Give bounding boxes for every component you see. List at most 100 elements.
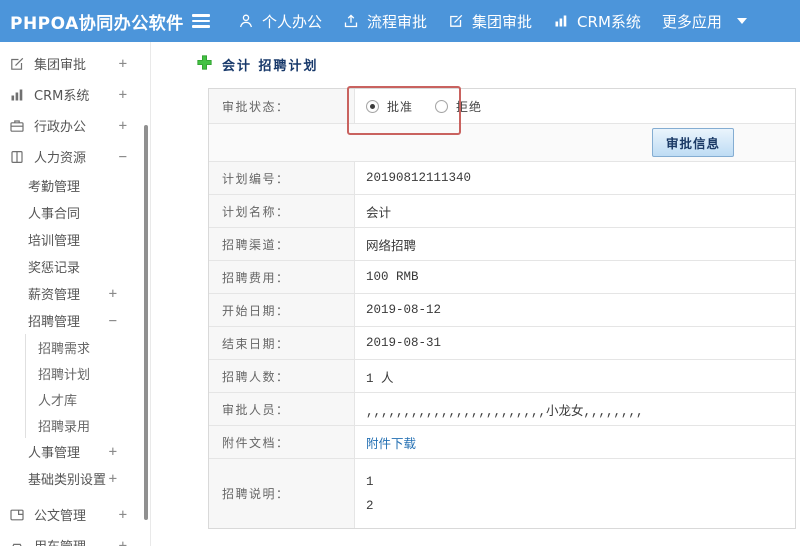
sidebar-item-label: 奖惩记录 bbox=[28, 261, 81, 276]
sidebar-item-base-category-settings[interactable]: 基础类别设置 + bbox=[0, 465, 150, 492]
expand-toggle[interactable]: + bbox=[119, 87, 127, 103]
expand-toggle[interactable]: + bbox=[109, 471, 117, 487]
form-row-button: 审批信息 bbox=[209, 124, 795, 162]
sidebar-item-reward-records[interactable]: 奖惩记录 bbox=[0, 253, 150, 280]
sidebar-item-label: 招聘管理 bbox=[28, 315, 81, 330]
approval-info-button[interactable]: 审批信息 bbox=[651, 128, 734, 157]
sidebar-item-recruit-demand[interactable]: 招聘需求 bbox=[26, 334, 150, 360]
sidebar-item-label: 人才库 bbox=[38, 393, 78, 409]
field-label: 结束日期： bbox=[209, 327, 355, 359]
field-value: 1 人 bbox=[366, 371, 394, 386]
expand-toggle[interactable]: − bbox=[119, 149, 127, 165]
sidebar-item-vehicle-mgmt[interactable]: 用车管理 + bbox=[0, 530, 150, 546]
briefcase-icon bbox=[9, 117, 26, 134]
bar-chart-icon bbox=[9, 86, 26, 103]
document-icon bbox=[9, 506, 26, 523]
bar-chart-icon bbox=[553, 13, 569, 29]
expand-toggle[interactable]: + bbox=[119, 507, 127, 523]
sidebar-item-label: 培训管理 bbox=[28, 234, 81, 249]
sidebar-item-attendance-mgmt[interactable]: 考勤管理 bbox=[0, 172, 150, 199]
expand-toggle[interactable]: − bbox=[109, 313, 117, 329]
nav-group-approval[interactable]: 集团审批 bbox=[448, 11, 532, 32]
form-row-approvers: 审批人员： ,,,,,,,,,,,,,,,,,,,,,,,,小龙女,,,,,,,… bbox=[209, 393, 795, 426]
app-logo: PHPOA协同办公软件 bbox=[10, 13, 184, 34]
sidebar-item-label: 行政办公 bbox=[34, 120, 87, 135]
book-icon bbox=[9, 148, 26, 165]
form-row-attachment: 附件文档： 附件下载 bbox=[209, 426, 795, 459]
sidebar-item-group-approval[interactable]: 集团审批 + bbox=[0, 48, 150, 79]
sidebar-item-label: 集团审批 bbox=[34, 58, 87, 73]
recruit-submenu: 招聘需求 招聘计划 人才库 招聘录用 bbox=[25, 334, 150, 438]
nav-label: 更多应用 bbox=[661, 12, 722, 31]
nav-label: CRM系统 bbox=[577, 12, 641, 31]
process-icon bbox=[343, 13, 359, 29]
field-label: 计划编号： bbox=[209, 162, 355, 194]
sidebar-item-label: 人事管理 bbox=[28, 446, 81, 461]
nav-label: 流程审批 bbox=[367, 12, 428, 31]
attachment-download-link[interactable]: 附件下载 bbox=[366, 433, 416, 452]
sidebar-item-recruit-plan[interactable]: 招聘计划 bbox=[26, 360, 150, 386]
field-value: 2019-08-31 bbox=[366, 336, 442, 350]
field-value: 网络招聘 bbox=[366, 239, 417, 254]
sidebar-item-salary-mgmt[interactable]: 薪资管理 + bbox=[0, 280, 150, 307]
field-value: 会计 bbox=[366, 206, 392, 221]
nav-process-approval[interactable]: 流程审批 bbox=[343, 11, 427, 32]
sidebar-item-human-resources[interactable]: 人力资源 − bbox=[0, 141, 150, 172]
hamburger-icon[interactable] bbox=[192, 14, 210, 28]
title-row: 会计 招聘计划 bbox=[197, 55, 800, 74]
form-row-approval-status: 审批状态： 批准 拒绝 bbox=[209, 89, 795, 124]
sidebar-item-recruit-mgmt[interactable]: 招聘管理 − bbox=[0, 307, 150, 334]
field-value: 20190812111340 bbox=[366, 171, 472, 185]
form-row-description: 招聘说明： 1 2 bbox=[209, 459, 795, 528]
caret-down-icon[interactable] bbox=[736, 18, 747, 24]
car-icon bbox=[9, 537, 26, 546]
sidebar-item-training-mgmt[interactable]: 培训管理 bbox=[0, 226, 150, 253]
nav-label: 集团审批 bbox=[472, 12, 533, 31]
sidebar-item-label: 招聘录用 bbox=[38, 419, 91, 435]
sidebar-item-label: 招聘计划 bbox=[38, 367, 91, 383]
sidebar-item-document-mgmt[interactable]: 公文管理 + bbox=[0, 499, 150, 530]
field-label: 计划名称： bbox=[209, 195, 355, 227]
sidebar-item-hr-contract[interactable]: 人事合同 bbox=[0, 199, 150, 226]
field-label: 附件文档： bbox=[209, 426, 355, 458]
sidebar-item-talent-pool[interactable]: 人才库 bbox=[26, 386, 150, 412]
expand-toggle[interactable]: + bbox=[119, 56, 127, 72]
page-title: 会计 招聘计划 bbox=[222, 59, 319, 74]
plus-icon bbox=[197, 55, 212, 74]
form-row-start-date: 开始日期： 2019-08-12 bbox=[209, 294, 795, 327]
sidebar-item-admin-office[interactable]: 行政办公 + bbox=[0, 110, 150, 141]
field-label: 开始日期： bbox=[209, 294, 355, 326]
radio-approve[interactable] bbox=[366, 99, 379, 113]
sidebar-item-label: 薪资管理 bbox=[28, 288, 81, 303]
nav-more-apps[interactable]: 更多应用 bbox=[662, 11, 722, 32]
form-row-headcount: 招聘人数： 1 人 bbox=[209, 360, 795, 393]
radio-reject[interactable] bbox=[435, 99, 449, 113]
recruit-plan-form: 审批状态： 批准 拒绝 审批信息 计划编号： 20190812111340 计划… bbox=[208, 86, 796, 529]
field-label: 招聘说明： bbox=[209, 459, 355, 528]
sidebar-scrollbar[interactable] bbox=[144, 125, 148, 520]
sidebar-item-personnel-mgmt[interactable]: 人事管理 + bbox=[0, 438, 150, 465]
field-value: 2019-08-12 bbox=[366, 303, 442, 317]
sidebar-item-label: 公文管理 bbox=[34, 509, 87, 524]
sidebar-item-label: 基础类别设置 bbox=[28, 473, 107, 488]
expand-toggle[interactable]: + bbox=[119, 538, 127, 546]
expand-toggle[interactable]: + bbox=[119, 118, 127, 134]
expand-toggle[interactable]: + bbox=[109, 444, 117, 460]
field-value: ,,,,,,,,,,,,,,,,,,,,,,,,小龙女,,,,,,,, bbox=[366, 404, 644, 419]
sidebar-item-crm-system[interactable]: CRM系统 + bbox=[0, 79, 150, 110]
sidebar-item-label: 人力资源 bbox=[34, 151, 87, 166]
nav-personal-office[interactable]: 个人办公 bbox=[238, 11, 322, 32]
edit-square-icon bbox=[9, 55, 26, 72]
nav-crm-system[interactable]: CRM系统 bbox=[553, 11, 641, 32]
sidebar-item-label: 招聘需求 bbox=[38, 341, 91, 357]
radio-approve-label: 批准 bbox=[387, 100, 414, 115]
user-icon bbox=[238, 13, 254, 29]
description-line: 1 bbox=[366, 474, 374, 489]
form-row-end-date: 结束日期： 2019-08-31 bbox=[209, 327, 795, 360]
radio-reject-label: 拒绝 bbox=[456, 100, 483, 115]
sidebar-item-recruit-hiring[interactable]: 招聘录用 bbox=[26, 412, 150, 438]
sidebar-item-label: CRM系统 bbox=[34, 89, 90, 104]
expand-toggle[interactable]: + bbox=[109, 286, 117, 302]
approval-status-options: 批准 拒绝 bbox=[355, 89, 795, 123]
top-header: PHPOA协同办公软件 个人办公 流程审批 集团审批 CRM系统 更多应用 bbox=[0, 0, 800, 42]
